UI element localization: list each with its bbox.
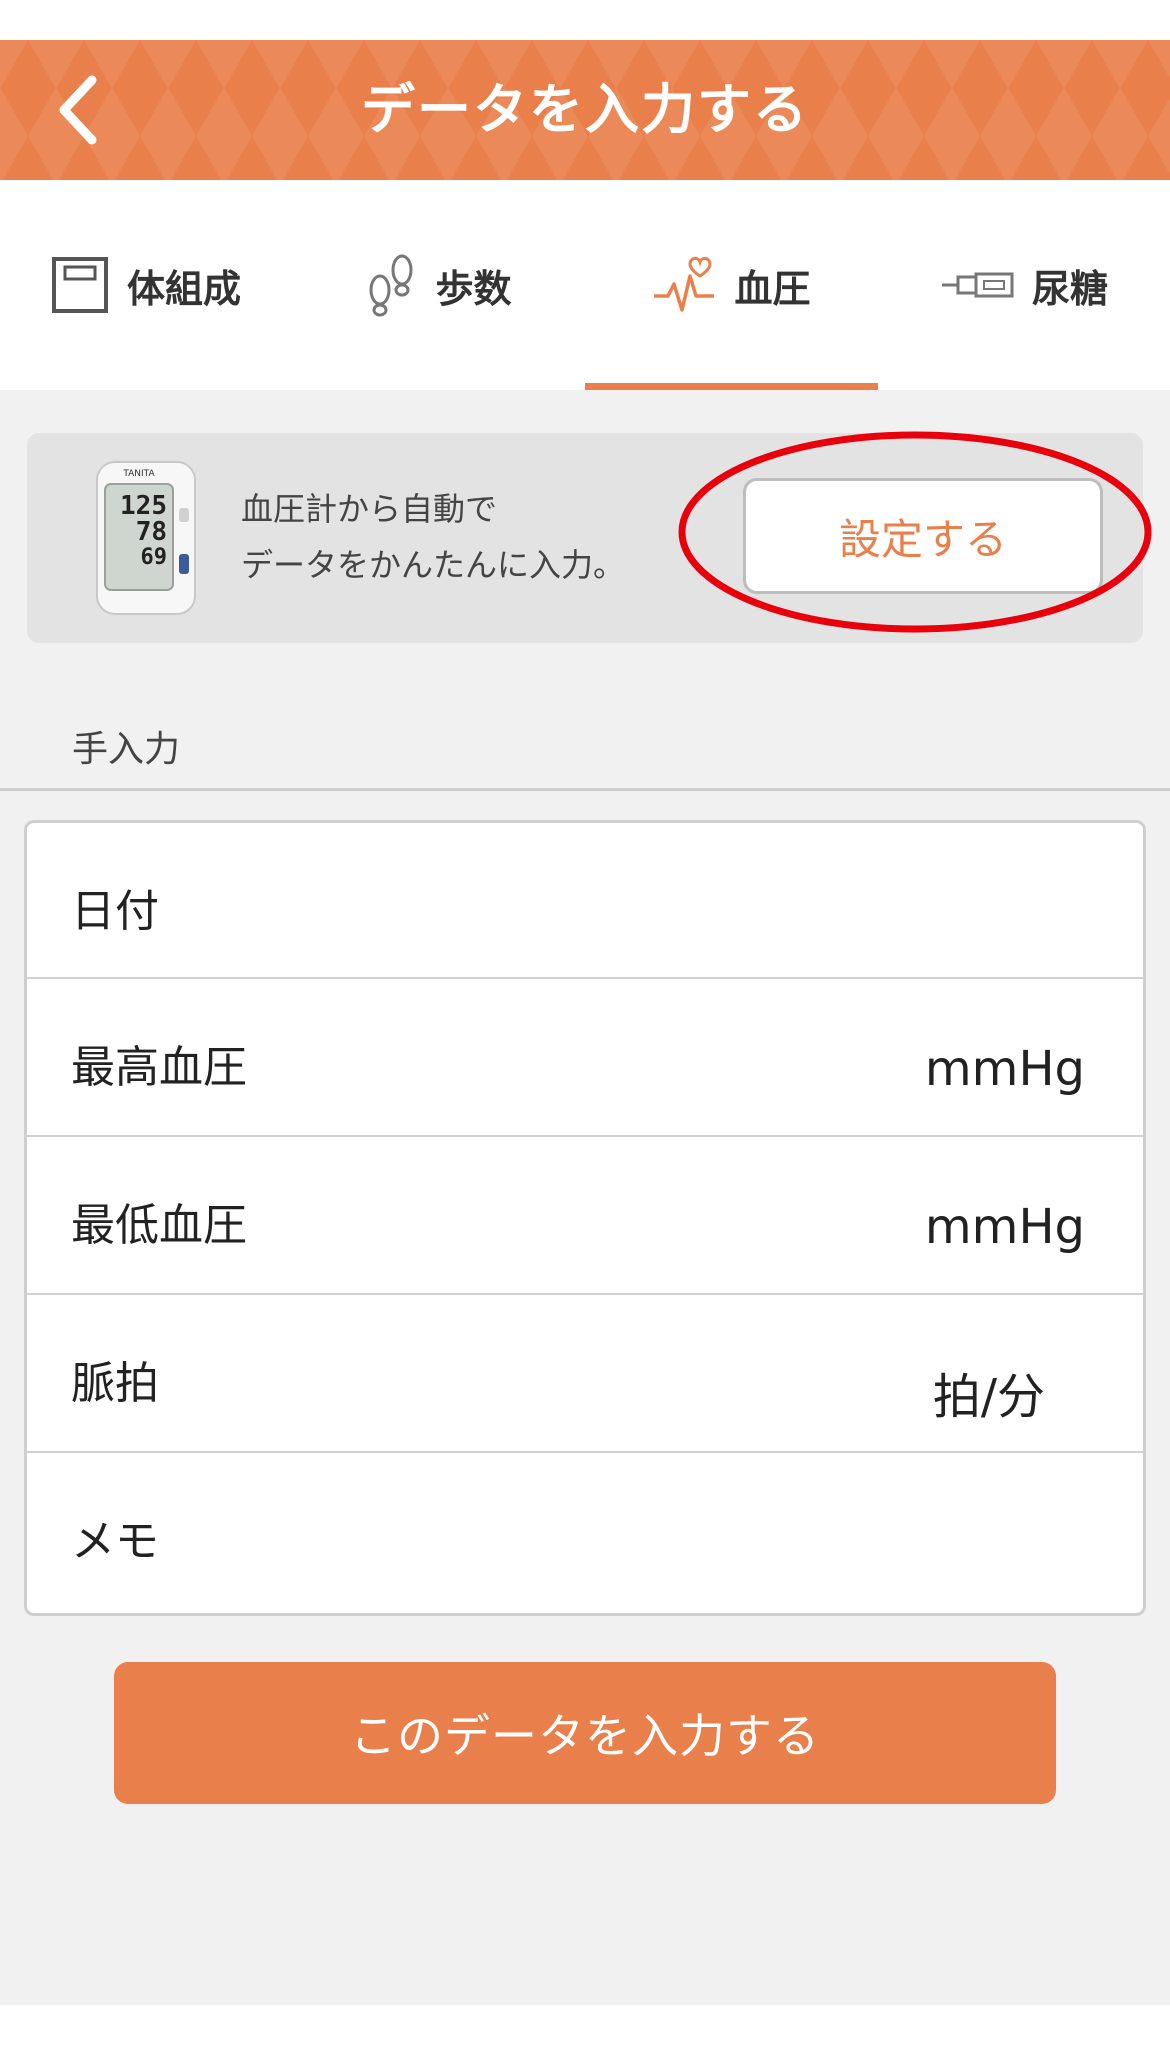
field-label: 最高血圧 [71,1042,247,1093]
tab-label: 血圧 [734,266,811,311]
setup-button[interactable]: 設定する [743,478,1103,594]
blood-pressure-monitor-image: TANITA 125 78 69 [96,461,196,615]
heartbeat-icon [654,256,715,312]
page-title: データを入力する [361,78,809,141]
device-reading-dia: 78 [136,517,167,547]
field-label: 最低血圧 [71,1200,247,1251]
tab-label: 尿糖 [1031,266,1108,311]
content-area: TANITA 125 78 69 血圧計から自動で データをかんたんに入力。 設… [0,390,1170,2005]
manual-entry-label: 手入力 [72,729,181,770]
tab-label: 歩数 [435,266,512,311]
manual-entry-form: 日付 最高血圧 mmHg 最低血圧 mmHg 脈拍 拍/分 メモ [24,820,1146,1616]
pulse-field[interactable]: 脈拍 拍/分 [27,1295,1143,1453]
tab-steps[interactable]: 歩数 [292,180,585,390]
tab-blood-pressure[interactable]: 血圧 [585,180,878,390]
device-brand: TANITA [122,469,155,479]
footprints-icon [369,254,413,317]
field-label: 脈拍 [71,1358,159,1409]
urine-test-strip-icon [941,272,1014,298]
tab-label: 体組成 [126,266,241,311]
promo-line-2: データをかんたんに入力。 [241,546,626,584]
header-bar: データを入力する [0,40,1170,180]
active-tab-indicator [585,383,878,390]
tab-body-composition[interactable]: 体組成 [0,180,292,390]
category-tabs: 体組成 歩数 血圧 尿糖 [0,180,1170,390]
field-unit: mmHg [924,1041,1085,1097]
memo-field[interactable]: メモ [27,1453,1143,1613]
device-reading-pulse: 69 [141,545,168,570]
scale-icon [51,257,108,313]
auto-input-banner: TANITA 125 78 69 血圧計から自動で データをかんたんに入力。 設… [27,433,1143,643]
date-field[interactable]: 日付 [27,823,1143,979]
promo-line-1: 血圧計から自動で [241,490,498,528]
submit-data-button[interactable]: このデータを入力する [114,1662,1056,1804]
field-label: メモ [71,1516,159,1567]
auto-input-description: 血圧計から自動で データをかんたんに入力。 [241,481,625,593]
tab-urine-sugar[interactable]: 尿糖 [878,180,1170,390]
field-unit: 拍/分 [932,1369,1045,1425]
diastolic-pressure-field[interactable]: 最低血圧 mmHg [27,1137,1143,1295]
section-divider [0,788,1170,791]
field-unit: mmHg [924,1199,1085,1255]
systolic-pressure-field[interactable]: 最高血圧 mmHg [27,979,1143,1137]
field-label: 日付 [71,886,159,937]
